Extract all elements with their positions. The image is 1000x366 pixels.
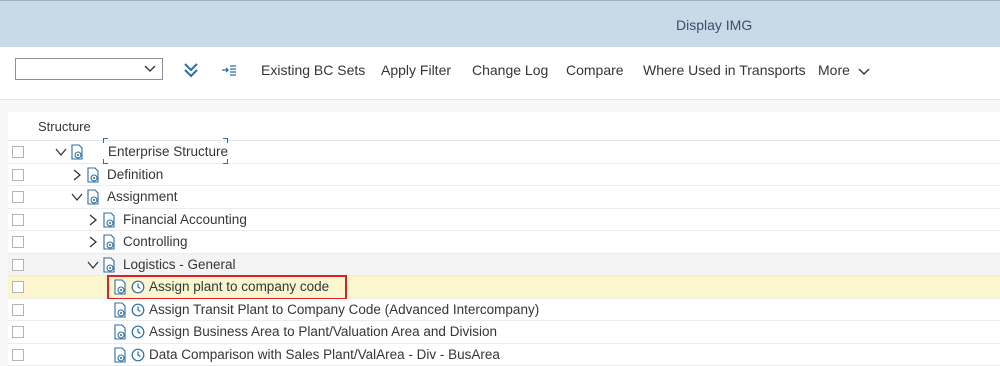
img-node-icon xyxy=(114,324,126,340)
clock-icon[interactable] xyxy=(131,325,145,339)
chevron-right-icon[interactable] xyxy=(87,214,99,226)
structure-column-header: Structure xyxy=(38,119,91,134)
row-checkbox[interactable] xyxy=(12,348,24,361)
img-tree: Structure Enterprise Structure Definition… xyxy=(8,112,1000,366)
tree-row[interactable]: Assign Business Area to Plant/Valuation … xyxy=(8,321,1000,344)
tree-node-label[interactable]: Data Comparison with Sales Plant/ValArea… xyxy=(149,347,500,362)
where-used-in-transports-button[interactable]: Where Used in Transports xyxy=(643,62,806,78)
more-label: More xyxy=(818,62,850,78)
img-node-icon xyxy=(87,166,99,183)
tree-row[interactable]: Enterprise Structure xyxy=(8,138,1000,164)
existing-bc-sets-button[interactable]: Existing BC Sets xyxy=(261,62,365,78)
tree-node-label[interactable]: Controlling xyxy=(123,234,188,249)
clock-icon[interactable] xyxy=(131,348,145,362)
tree-node-label[interactable]: Financial Accounting xyxy=(123,212,247,227)
tree-node-label[interactable]: Assign Business Area to Plant/Valuation … xyxy=(149,324,497,339)
double-chevron-down-icon[interactable] xyxy=(183,62,199,78)
clock-icon[interactable] xyxy=(131,303,145,317)
img-node-icon xyxy=(114,346,126,363)
row-checkbox[interactable] xyxy=(12,191,24,203)
img-node-icon xyxy=(87,189,99,205)
chevron-down-icon[interactable] xyxy=(87,259,99,271)
row-checkbox[interactable] xyxy=(12,236,24,248)
tree-row[interactable]: Financial Accounting xyxy=(8,208,1000,231)
tree-node-label[interactable]: Assign Transit Plant to Company Code (Ad… xyxy=(149,302,539,317)
row-checkbox[interactable] xyxy=(12,281,24,293)
red-highlight-box xyxy=(107,275,347,300)
filter-combobox[interactable] xyxy=(15,58,163,80)
chevron-down-icon xyxy=(144,65,156,72)
img-node-icon xyxy=(114,301,126,318)
row-checkbox[interactable] xyxy=(12,213,24,226)
row-checkbox[interactable] xyxy=(12,326,24,338)
more-button[interactable]: More xyxy=(818,62,870,78)
row-checkbox[interactable] xyxy=(12,258,24,271)
tree-header: Structure xyxy=(8,112,1000,141)
row-checkbox[interactable] xyxy=(12,146,24,158)
chevron-right-icon[interactable] xyxy=(87,236,99,248)
tree-node-label[interactable]: Enterprise Structure xyxy=(108,144,228,159)
indent-arrow-icon[interactable] xyxy=(221,62,237,78)
window-title: Display IMG xyxy=(676,17,753,33)
img-node-icon xyxy=(103,234,115,250)
toolbar: Existing BC Sets Apply Filter Change Log… xyxy=(0,47,1000,100)
chevron-down-icon[interactable] xyxy=(55,146,67,158)
apply-filter-button[interactable]: Apply Filter xyxy=(381,62,451,78)
change-log-button[interactable]: Change Log xyxy=(472,62,548,78)
img-node-icon xyxy=(103,256,115,273)
tree-node-label[interactable]: Definition xyxy=(107,167,163,182)
tree-row[interactable]: Assign plant to company code xyxy=(8,275,1000,300)
tree-node-label[interactable]: Logistics - General xyxy=(123,257,236,272)
chevron-down-icon[interactable] xyxy=(71,191,83,203)
title-bar: Display IMG xyxy=(0,0,1000,47)
tree-row[interactable]: Assignment xyxy=(8,186,1000,209)
tree-node-label[interactable]: Assignment xyxy=(107,189,178,204)
row-checkbox[interactable] xyxy=(12,303,24,316)
img-node-icon xyxy=(103,211,115,228)
compare-button[interactable]: Compare xyxy=(566,62,624,78)
chevron-down-icon xyxy=(858,68,870,76)
tree-row[interactable]: Controlling xyxy=(8,231,1000,254)
row-checkbox[interactable] xyxy=(12,168,24,181)
tree-row[interactable]: Data Comparison with Sales Plant/ValArea… xyxy=(8,343,1000,366)
img-node-icon xyxy=(71,144,83,160)
tree-row[interactable]: Definition xyxy=(8,163,1000,186)
tree-row[interactable]: Logistics - General xyxy=(8,253,1000,276)
tree-row[interactable]: Assign Transit Plant to Company Code (Ad… xyxy=(8,298,1000,321)
chevron-right-icon[interactable] xyxy=(71,169,83,181)
